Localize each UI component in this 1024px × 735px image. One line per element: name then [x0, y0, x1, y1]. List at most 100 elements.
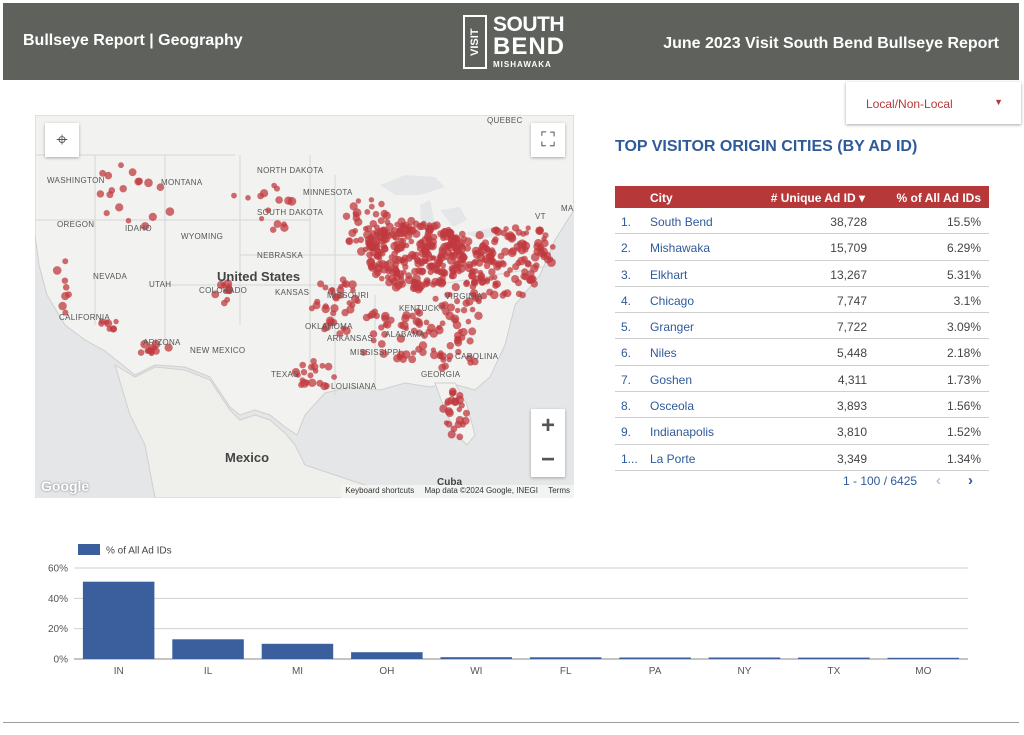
header-city[interactable]: City: [650, 191, 673, 205]
visitor-dot: [414, 284, 423, 294]
visitor-dot: [421, 256, 429, 263]
visitor-dot: [439, 404, 448, 413]
visitor-dot: [501, 247, 510, 256]
row-index: 1.: [621, 215, 632, 229]
visitor-dot: [352, 228, 359, 234]
visitor-dot: [482, 244, 488, 250]
label-arizona: ARIZONA: [143, 338, 181, 347]
visitor-dot: [457, 328, 463, 335]
visitor-dot: [478, 269, 484, 276]
row-city: Niles: [650, 346, 677, 361]
bar[interactable]: [261, 643, 334, 659]
label-united-states: United States: [217, 269, 300, 284]
y-tick-label: 20%: [48, 624, 68, 635]
bar[interactable]: [708, 657, 781, 660]
visitor-dot: [287, 196, 297, 206]
bar[interactable]: [440, 657, 513, 659]
filter-label: Local/Non-Local: [866, 97, 953, 111]
bar[interactable]: [619, 657, 691, 660]
visitor-dot: [415, 345, 423, 353]
visitor-dot: [273, 220, 282, 228]
label-georgia: GEORGIA: [421, 370, 461, 379]
visitor-dot: [451, 397, 460, 406]
zoom-in-button[interactable]: +: [531, 409, 565, 443]
bar[interactable]: [798, 657, 870, 659]
row-pct: 5.31%: [946, 267, 981, 282]
visitor-dot: [147, 347, 155, 355]
next-page-button[interactable]: ›: [968, 472, 973, 489]
visitor-dot: [260, 189, 269, 198]
table-row[interactable]: 7. Goshen 4,311 1.73%: [615, 366, 989, 393]
table-row[interactable]: 9. Indianapolis 3,810 1.52%: [615, 418, 989, 445]
visitor-dot: [115, 203, 124, 212]
visitor-dot: [423, 277, 431, 285]
visitor-dot: [144, 178, 153, 188]
fullscreen-icon[interactable]: ⛶: [531, 123, 565, 157]
row-pct: 1.52%: [946, 425, 981, 440]
row-pct: 3.1%: [953, 293, 981, 308]
map-data-text: Map data ©2024 Google, INEGI: [424, 486, 538, 495]
table-row[interactable]: 4. Chicago 7,747 3.1%: [615, 287, 989, 314]
terms-link[interactable]: Terms: [548, 486, 570, 495]
visitor-dot: [371, 308, 378, 315]
table-row[interactable]: 1. South Bend 38,728 15.5%: [615, 208, 989, 235]
visitor-dot: [526, 277, 533, 284]
row-city: Chicago: [650, 293, 695, 308]
visitor-dot: [380, 244, 389, 253]
visitor-dot: [447, 430, 456, 439]
table-row[interactable]: 3. Elkhart 13,267 5.31%: [615, 261, 989, 287]
table-row[interactable]: 6. Niles 5,448 2.18%: [615, 339, 989, 366]
x-tick-label: IL: [204, 666, 213, 677]
visitor-dot: [533, 242, 542, 251]
label-missouri: MISSOURI: [327, 291, 369, 300]
bar[interactable]: [82, 581, 155, 659]
row-pct: 2.18%: [946, 346, 981, 361]
keyboard-shortcuts-link[interactable]: Keyboard shortcuts: [345, 486, 414, 495]
row-pct: 1.56%: [946, 399, 981, 414]
visitor-dot: [414, 260, 422, 268]
row-city: Mishawaka: [650, 241, 711, 256]
visitor-dot: [368, 197, 375, 203]
table-row[interactable]: 8. Osceola 3,893 1.56%: [615, 392, 989, 419]
visitor-dot: [515, 246, 522, 252]
prev-page-button[interactable]: ‹: [936, 472, 941, 489]
visitor-dot: [541, 236, 547, 242]
table-row[interactable]: 1... La Porte 3,349 1.34%: [615, 445, 989, 471]
visitor-dot: [515, 279, 522, 287]
visitor-dot: [459, 243, 466, 250]
visitor-dot: [443, 420, 449, 426]
header-unique-ad-id[interactable]: # Unique Ad ID ▾: [771, 191, 865, 205]
visitor-dot: [431, 233, 438, 241]
visitor-dot: [436, 276, 444, 284]
row-city: South Bend: [650, 215, 713, 229]
visitor-dot: [231, 192, 237, 199]
table-row[interactable]: 5. Granger 7,722 3.09%: [615, 313, 989, 340]
row-pct: 3.09%: [946, 320, 981, 335]
zoom-out-button[interactable]: −: [531, 443, 565, 477]
visitor-dot: [62, 258, 69, 265]
bar[interactable]: [887, 657, 960, 659]
visitor-dot: [549, 244, 556, 250]
visitor-dot: [446, 357, 452, 363]
visitor-dot: [451, 283, 460, 292]
map-canvas[interactable]: WASHINGTON MONTANA NORTH DAKOTA MINNESOT…: [35, 115, 574, 498]
visitor-dot: [547, 256, 554, 263]
visitor-dot: [354, 217, 363, 227]
visitor-dot: [128, 168, 137, 177]
visitor-map[interactable]: WASHINGTON MONTANA NORTH DAKOTA MINNESOT…: [35, 115, 574, 498]
bar[interactable]: [172, 639, 244, 659]
visitor-dot: [455, 263, 462, 271]
visitor-dot: [454, 420, 463, 429]
visitor-dot: [330, 304, 339, 313]
table-row[interactable]: 2. Mishawaka 15,709 6.29%: [615, 234, 989, 261]
row-pct: 6.29%: [946, 241, 981, 256]
location-pin-icon[interactable]: ⌖: [45, 123, 79, 157]
header-pct-ad-ids[interactable]: % of All Ad IDs: [897, 191, 981, 205]
label-oklahoma: OKLAHOMA: [305, 322, 353, 331]
bar[interactable]: [351, 652, 423, 659]
label-nebraska: NEBRASKA: [257, 251, 303, 260]
bar[interactable]: [529, 657, 602, 659]
local-nonlocal-filter[interactable]: Local/Non-Local ▼: [846, 82, 1021, 124]
visitor-dot: [482, 257, 488, 264]
label-south-dakota: SOUTH DAKOTA: [257, 208, 323, 217]
